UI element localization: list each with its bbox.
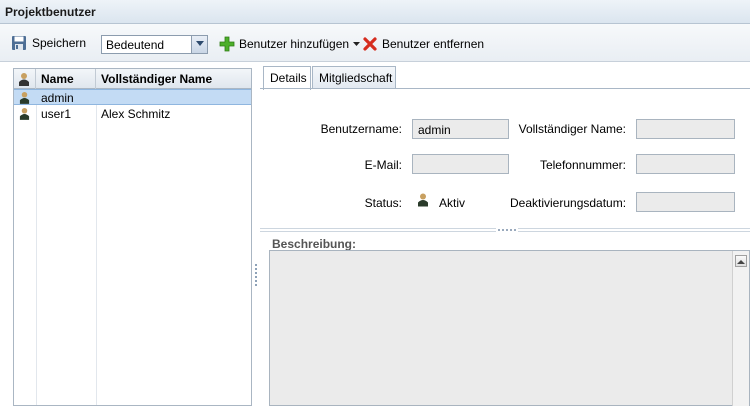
column-divider [36, 89, 37, 405]
deactivation-date-field[interactable] [636, 192, 735, 212]
remove-user-label: Benutzer entfernen [382, 37, 485, 51]
table-row[interactable]: user1 Alex Schmitz [14, 106, 251, 122]
horizontal-splitter-handle[interactable] [260, 228, 750, 234]
scroll-up-button[interactable] [735, 255, 747, 267]
user-column-header[interactable] [14, 69, 36, 89]
user-name: admin [41, 91, 74, 105]
add-user-label: Benutzer hinzufügen [239, 37, 350, 51]
table-row[interactable]: admin [14, 89, 251, 105]
dropdown-button[interactable] [191, 36, 207, 53]
username-field[interactable]: admin [412, 119, 509, 139]
user-full-name: Alex Schmitz [101, 107, 171, 121]
user-icon [19, 91, 30, 107]
status-label: Status: [364, 196, 402, 210]
user-name: user1 [41, 107, 72, 121]
chevron-up-icon [737, 260, 745, 264]
save-button[interactable]: Speichern [11, 33, 86, 53]
user-icon [19, 73, 29, 86]
filter-dropdown[interactable]: Bedeutend [101, 35, 208, 54]
email-label: E-Mail: [364, 158, 402, 172]
add-user-button[interactable]: Benutzer hinzufügen [219, 35, 361, 53]
tab-divider [260, 88, 750, 89]
window-title-bar: Projektbenutzer [0, 0, 750, 24]
vertical-splitter-handle[interactable] [254, 264, 258, 288]
details-panel: Details Mitgliedschaft Benutzername: adm… [260, 66, 750, 406]
filter-dropdown-value: Bedeutend [106, 38, 165, 52]
email-field[interactable] [412, 154, 509, 174]
tab-membership[interactable]: Mitgliedschaft [312, 66, 396, 89]
toolbar: Speichern Bedeutend Benutzer hinzufügen … [0, 24, 750, 62]
user-list: Name Vollständiger Name admin user1 Alex… [13, 68, 252, 406]
phone-field[interactable] [636, 154, 735, 174]
user-status-icon [417, 192, 429, 210]
save-icon [12, 36, 26, 50]
save-label: Speichern [32, 36, 87, 50]
user-icon [19, 107, 30, 123]
add-user-icon [219, 36, 235, 52]
remove-user-icon [363, 37, 377, 51]
chevron-down-icon[interactable] [353, 41, 361, 47]
deactivation-date-label: Deaktivierungsdatum: [510, 196, 627, 210]
description-label: Beschreibung: [272, 237, 357, 251]
fullname-label: Vollständiger Name: [518, 122, 626, 136]
scrollbar[interactable] [732, 251, 749, 406]
phone-label: Telefonnummer: [539, 158, 626, 172]
fullname-field[interactable] [636, 119, 735, 139]
description-textarea[interactable] [269, 250, 750, 406]
tab-details[interactable]: Details [263, 66, 311, 90]
user-list-header: Name Vollständiger Name [14, 69, 251, 89]
chevron-down-icon [196, 41, 204, 46]
window-title: Projektbenutzer [5, 5, 96, 19]
status-value: Aktiv [439, 196, 466, 210]
column-header-name[interactable]: Name [36, 69, 96, 89]
column-header-full-name[interactable]: Vollständiger Name [96, 69, 251, 89]
username-label: Benutzername: [320, 122, 402, 136]
column-divider [96, 89, 97, 405]
remove-user-button[interactable]: Benutzer entfernen [363, 35, 484, 53]
